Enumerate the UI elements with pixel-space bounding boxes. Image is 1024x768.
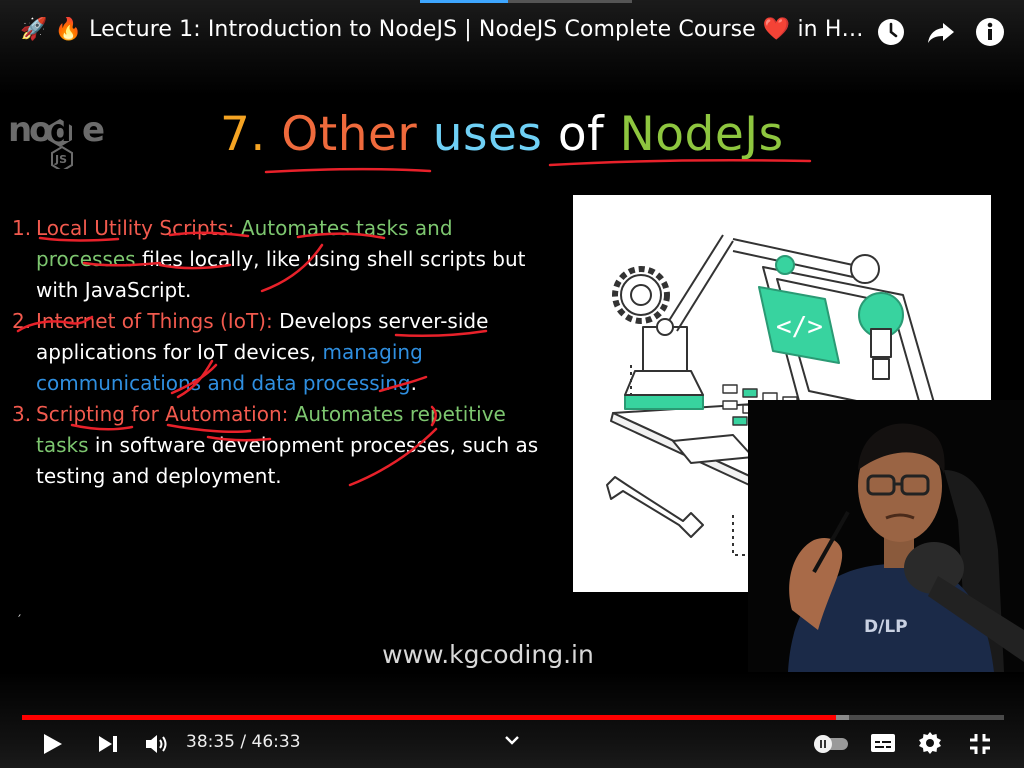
list-item: 3. Scripting for Automation: Automates r… [12,399,557,492]
video-title[interactable]: 🚀 🔥 Lecture 1: Introduction to NodeJS | … [20,17,865,42]
title-word-nodejs: NodeJs [619,107,784,162]
progress-bar[interactable] [22,715,1004,720]
list-item-heading: Internet of Things (IoT): [36,309,273,333]
list-item-heading: Local Utility Scripts: [36,216,235,240]
list-item-heading: Scripting for Automation: [36,402,289,426]
info-icon[interactable] [975,17,1005,47]
loading-indicator [420,0,508,3]
svg-text:d: d [50,114,71,149]
svg-text:′: ′ [18,613,21,629]
title-word-other: Other [281,107,418,162]
player-controls: 38:35 / 46:33 [0,672,1024,768]
title-word-uses: uses [432,107,543,162]
list-item-text: in software development processes, such … [36,433,539,488]
next-video-button[interactable] [96,732,120,756]
list-item: 1. Local Utility Scripts: Automates task… [12,213,557,306]
progress-played [22,715,836,720]
website-watermark: www.kgcoding.in [0,640,1000,669]
time-display: 38:35 / 46:33 [186,732,301,752]
video-title-bar: 🚀 🔥 Lecture 1: Introduction to NodeJS | … [0,0,1024,95]
share-icon[interactable] [926,17,956,47]
presenter-webcam: D/LP [748,400,1024,672]
svg-text:</>: </> [776,312,823,342]
shirt-print: D/LP [864,617,908,637]
list-item-end: . [410,371,417,395]
autoplay-toggle[interactable] [812,734,850,754]
settings-gear-icon[interactable] [918,731,942,755]
website-text: www.kgcoding.in [382,640,594,669]
loading-indicator-track [508,0,632,3]
uses-list: 1. Local Utility Scripts: Automates task… [12,213,557,492]
volume-icon[interactable] [144,732,170,756]
svg-text:JS: JS [54,153,67,166]
chevron-down-icon[interactable] [504,734,520,746]
play-button[interactable] [40,732,64,756]
list-item: 2. Internet of Things (IoT): Develops se… [12,306,557,399]
slide-title: 7. Other uses of NodeJs [220,107,784,162]
list-number: 1. [12,216,32,240]
current-time: 38:35 / 46:33 [186,732,301,752]
watch-later-icon[interactable] [876,17,906,47]
exit-fullscreen-icon[interactable] [968,732,992,756]
nodejs-logo: n o d e JS [8,105,120,173]
subtitles-icon[interactable] [870,732,896,754]
list-number: 2. [12,309,32,333]
svg-text:e: e [82,110,105,150]
video-frame[interactable]: n o d e JS 7. Other uses of NodeJs 1. Lo… [0,95,1024,672]
title-word-of: of [557,107,605,162]
title-number: 7. [220,107,266,162]
list-number: 3. [12,402,32,426]
